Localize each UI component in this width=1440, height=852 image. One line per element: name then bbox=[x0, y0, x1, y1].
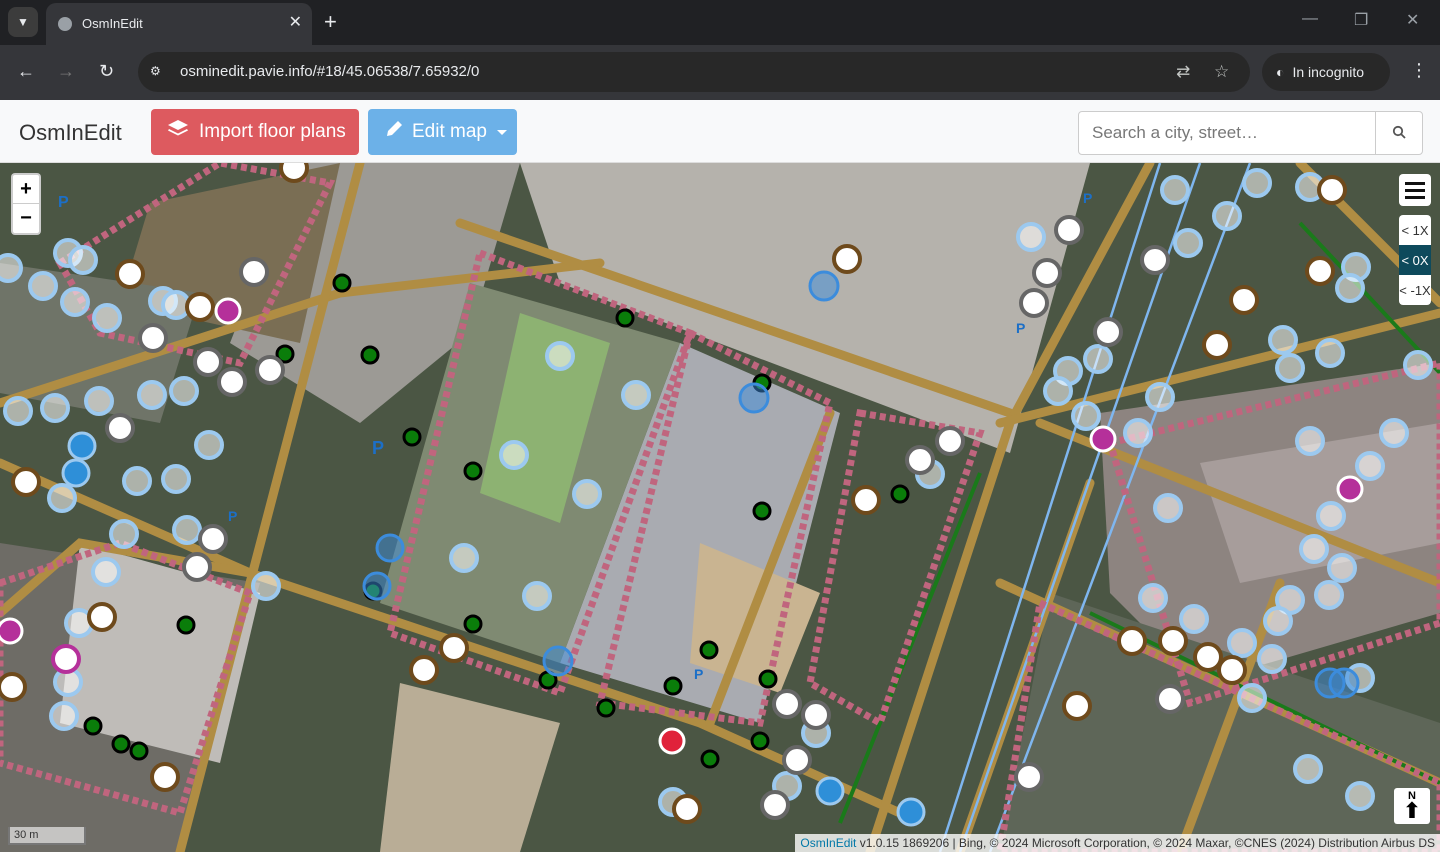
edit-map-button[interactable]: Edit map bbox=[368, 109, 517, 155]
svg-text:P: P bbox=[1083, 190, 1092, 206]
map-attribution: OsmInEdit v1.0.15 1869206 | Bing, © 2024… bbox=[795, 834, 1440, 852]
app-brand[interactable]: OsmInEdit bbox=[19, 120, 122, 146]
north-arrow-button[interactable]: N ⬆ bbox=[1394, 788, 1430, 824]
browser-tabbar: ▼ OsmInEdit ✕ + — ❐ ✕ bbox=[0, 0, 1440, 45]
search-icon bbox=[1392, 125, 1406, 142]
restore-icon[interactable]: ❐ bbox=[1354, 10, 1368, 30]
address-bar[interactable]: ⚙ osminedit.pavie.info/#18/45.06538/7.65… bbox=[138, 52, 1250, 92]
svg-text:P: P bbox=[58, 194, 69, 211]
browser-toolbar: ← → ↻ ⚙ osminedit.pavie.info/#18/45.0653… bbox=[0, 45, 1440, 100]
svg-text:P: P bbox=[372, 438, 384, 458]
import-floor-plans-button[interactable]: Import floor plans bbox=[151, 109, 359, 155]
svg-text:P: P bbox=[228, 508, 237, 524]
layers-menu-button[interactable] bbox=[1399, 174, 1431, 206]
browser-tab[interactable]: OsmInEdit ✕ bbox=[46, 3, 312, 45]
close-tab-icon[interactable]: ✕ bbox=[289, 13, 302, 33]
incognito-icon: ◐ bbox=[1276, 64, 1285, 80]
attribution-text: v1.0.15 1869206 | Bing, © 2024 Microsoft… bbox=[856, 836, 1435, 850]
minimize-icon[interactable]: — bbox=[1302, 10, 1318, 28]
level-button-1[interactable]: < 1X bbox=[1399, 215, 1431, 245]
browser-menu-icon[interactable]: ⋮ bbox=[1410, 60, 1428, 81]
poi-layer[interactable]: P P P P P P bbox=[0, 163, 1440, 852]
hamburger-icon-line bbox=[1405, 188, 1425, 192]
translate-icon[interactable]: ⇄ bbox=[1176, 62, 1190, 82]
zoom-control: + − bbox=[11, 173, 41, 235]
scale-bar: 30 m bbox=[8, 827, 86, 845]
back-icon[interactable]: ← bbox=[17, 61, 35, 81]
level-button-minus1[interactable]: < -1X bbox=[1399, 275, 1431, 305]
tab-search-dropdown-icon[interactable]: ▼ bbox=[8, 7, 38, 37]
site-info-icon[interactable]: ⚙ bbox=[150, 64, 166, 80]
attribution-link[interactable]: OsmInEdit bbox=[800, 836, 856, 850]
map-canvas[interactable]: P P P P P P 30 m OsmInEdit v1.0.15 18692… bbox=[0, 163, 1440, 852]
search-button[interactable] bbox=[1375, 111, 1423, 155]
incognito-indicator[interactable]: ◐ In incognito bbox=[1262, 53, 1390, 91]
import-button-label: Import floor plans bbox=[199, 121, 346, 142]
bookmark-star-icon[interactable]: ☆ bbox=[1214, 62, 1229, 82]
svg-text:P: P bbox=[1016, 320, 1025, 336]
forward-icon[interactable]: → bbox=[57, 61, 75, 81]
globe-icon bbox=[58, 17, 72, 31]
level-button-0[interactable]: < 0X bbox=[1399, 245, 1431, 275]
pencil-icon bbox=[384, 119, 404, 145]
reload-icon[interactable]: ↻ bbox=[99, 61, 114, 81]
hamburger-icon-line bbox=[1405, 195, 1425, 199]
north-arrow-icon: ⬆ bbox=[1402, 798, 1422, 823]
url-text[interactable]: osminedit.pavie.info/#18/45.06538/7.6593… bbox=[180, 63, 479, 80]
caret-down-icon bbox=[496, 129, 507, 135]
zoom-out-button[interactable]: − bbox=[13, 204, 39, 233]
edit-button-label: Edit map bbox=[412, 121, 487, 142]
level-selector: < 1X < 0X < -1X bbox=[1399, 215, 1431, 305]
app-navbar: OsmInEdit Import floor plans Edit map bbox=[0, 100, 1440, 163]
zoom-in-button[interactable]: + bbox=[13, 175, 39, 204]
layers-icon bbox=[167, 119, 189, 145]
tab-title: OsmInEdit bbox=[82, 16, 143, 31]
new-tab-icon[interactable]: + bbox=[324, 9, 337, 35]
incognito-label: In incognito bbox=[1292, 64, 1365, 80]
search-input[interactable] bbox=[1078, 111, 1376, 155]
hamburger-icon bbox=[1405, 181, 1425, 185]
close-window-icon[interactable]: ✕ bbox=[1406, 10, 1419, 30]
svg-text:P: P bbox=[694, 666, 703, 682]
